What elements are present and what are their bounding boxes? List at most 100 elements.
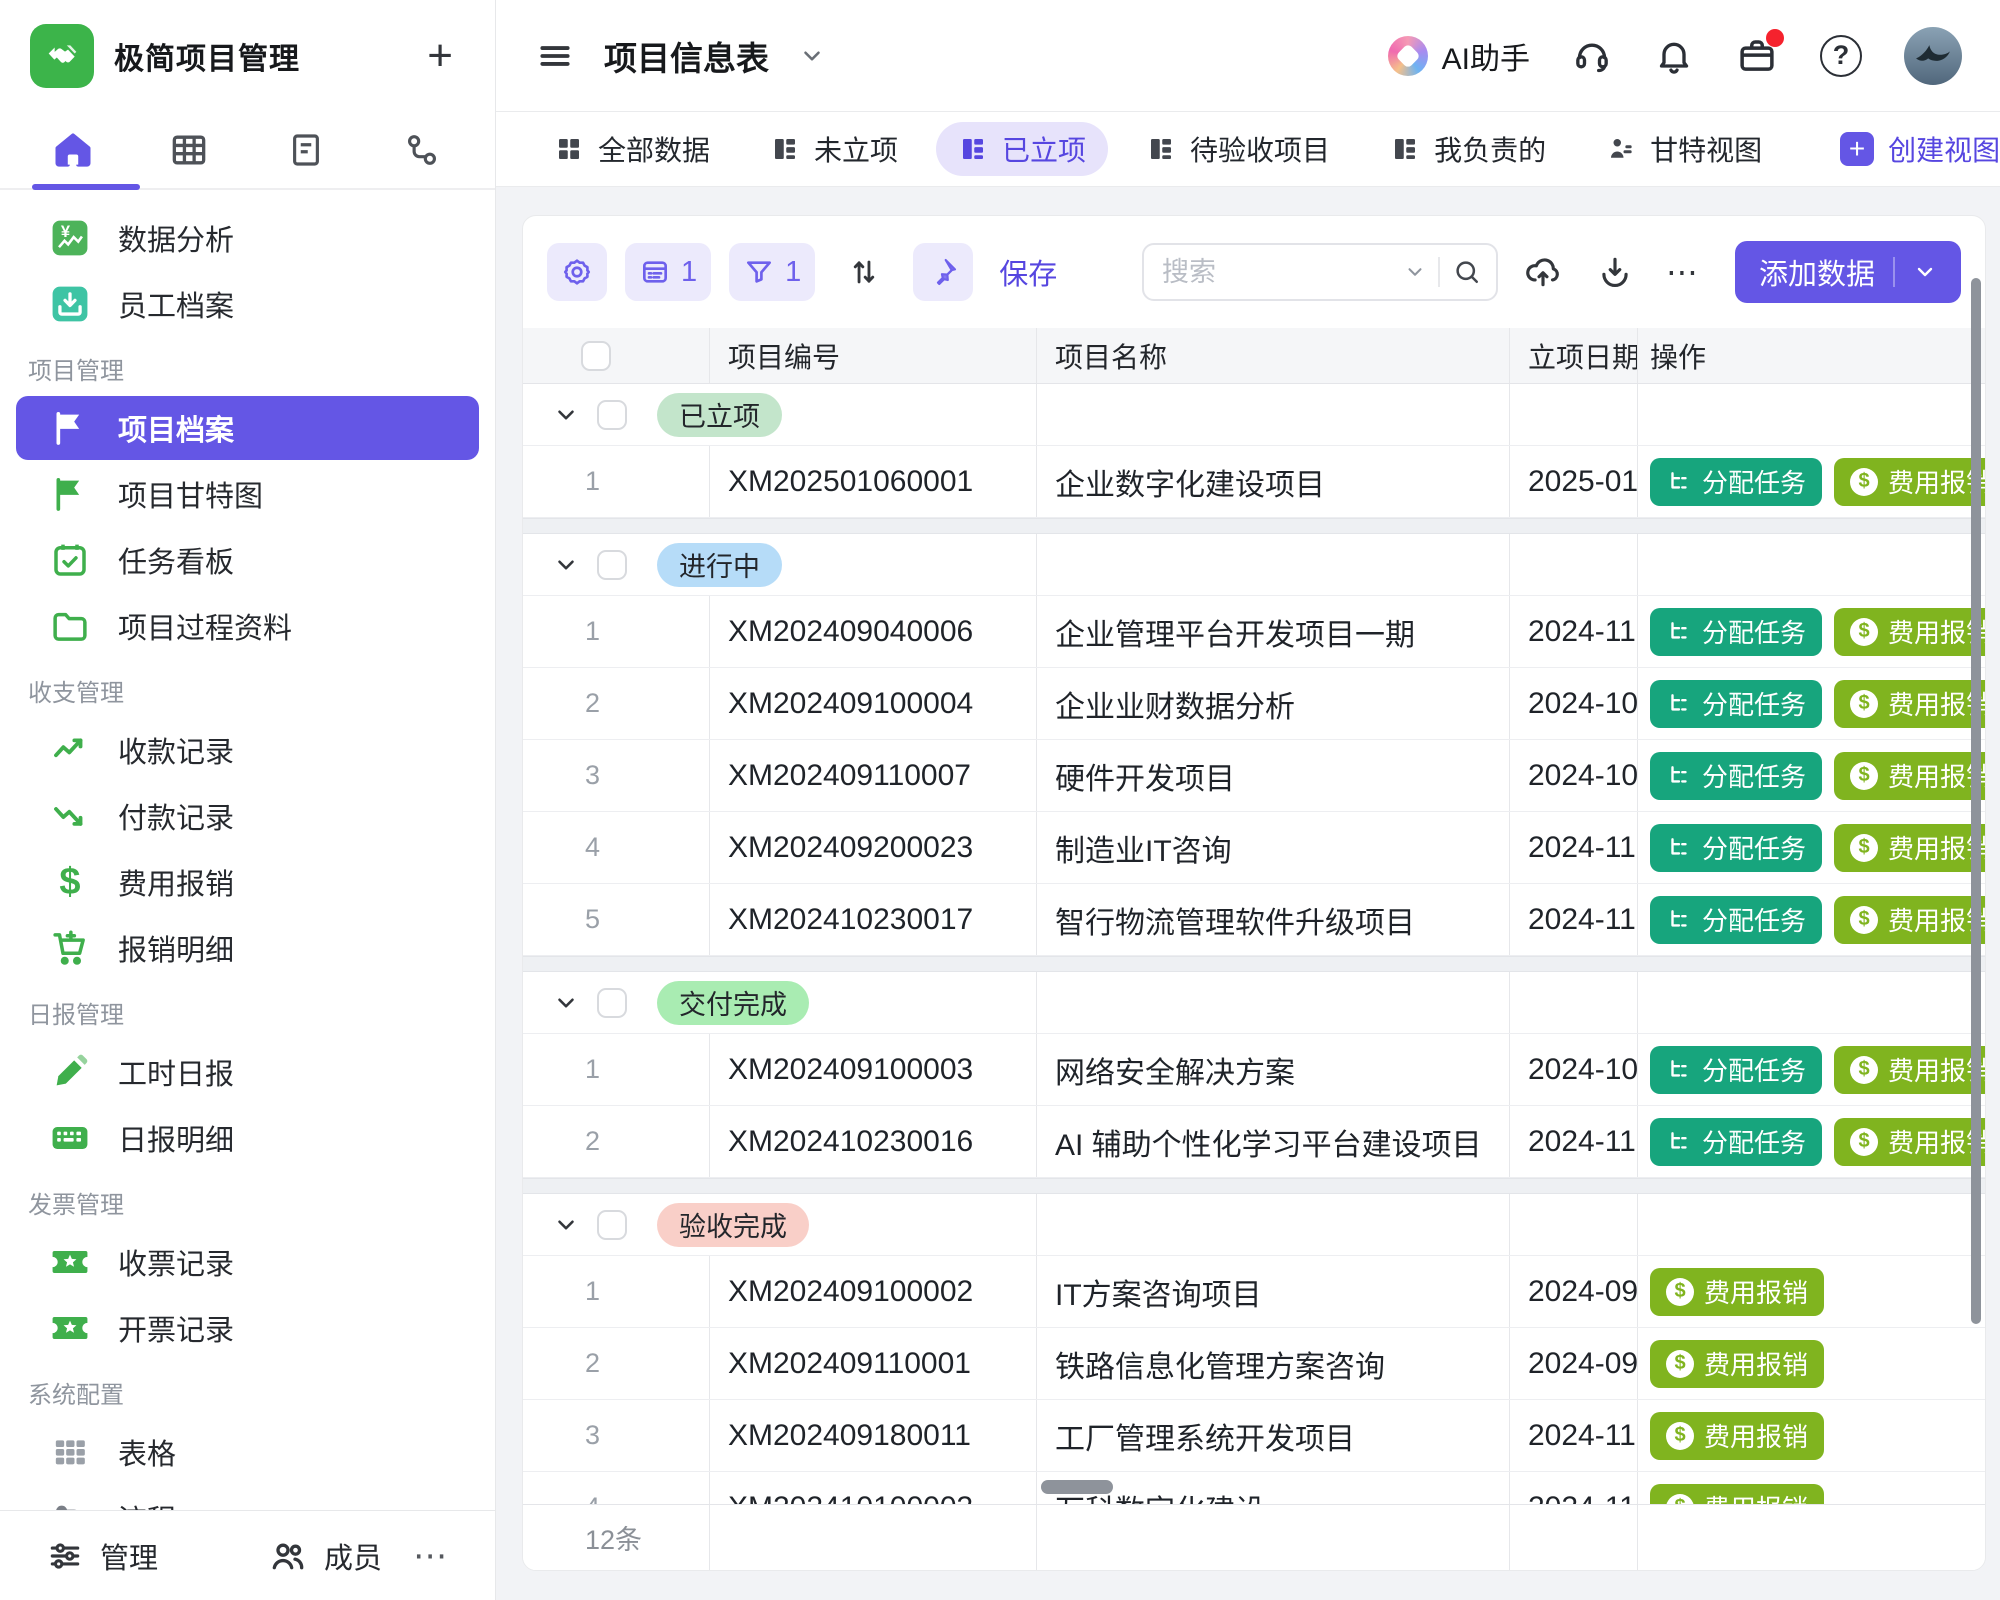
create-view-button[interactable]: + 创建视图 [1840,129,2000,169]
sidebar-item-task-board[interactable]: 任务看板 [16,528,479,592]
horizontal-scrollbar-thumb[interactable] [1041,1480,1113,1494]
expense-reimburse-button[interactable]: $费用报销 [1650,1340,1824,1388]
sidebar-item-reimburse-detail[interactable]: 报销明细 [16,916,479,980]
table-row[interactable]: 3 XM202409180011 工厂管理系统开发项目 2024-11 $费用报… [523,1400,1985,1472]
expense-reimburse-button[interactable]: $费用报销 [1834,896,1985,944]
headset-icon[interactable] [1572,36,1612,76]
search-scope-chevron-icon[interactable] [1404,261,1426,283]
sidebar-tab-documents[interactable] [261,112,351,188]
sidebar-tab-workflow[interactable] [377,112,467,188]
sidebar-item-receipts[interactable]: 收款记录 [16,718,479,782]
manage-button[interactable]: 管理 [46,1535,158,1577]
hamburger-menu-icon[interactable] [536,37,574,75]
sidebar-item-expense-reimburse[interactable]: $ 费用报销 [16,850,479,914]
sidebar-item-data-analysis[interactable]: ¥ 数据分析 [16,206,479,270]
table-row[interactable]: 1 XM202409040006 企业管理平台开发项目一期 2024-11 分配… [523,596,1985,668]
sidebar-item-invoice-issued[interactable]: 开票记录 [16,1296,479,1360]
assign-task-button[interactable]: 分配任务 [1650,1118,1822,1166]
expense-reimburse-button[interactable]: $费用报销 [1834,1046,1985,1094]
expense-reimburse-button[interactable]: $费用报销 [1834,680,1985,728]
table-row[interactable]: 1 XM202501060001 企业数字化建设项目 2025-01 分配任务 … [523,446,1985,518]
notification-bell-icon[interactable] [1654,36,1694,76]
assign-task-button[interactable]: 分配任务 [1650,896,1822,944]
expense-reimburse-button[interactable]: $费用报销 [1650,1484,1824,1505]
column-header-ops[interactable]: 操作 [1637,328,1985,383]
view-tab-approved[interactable]: 已立项 [936,122,1108,176]
view-tab-my-responsibility[interactable]: 我负责的 [1368,122,1568,176]
assign-task-button[interactable]: 分配任务 [1650,752,1822,800]
filter-button[interactable]: 1 [729,243,815,301]
column-header-code[interactable]: 项目编号 [709,328,1036,383]
vertical-scrollbar-thumb[interactable] [1971,278,1981,1324]
expense-reimburse-button[interactable]: $费用报销 [1834,824,1985,872]
select-all-checkbox[interactable] [581,341,611,371]
column-header-date[interactable]: 立项日期 [1509,328,1637,383]
group-checkbox[interactable] [597,550,627,580]
sidebar-tab-tables[interactable] [144,112,234,188]
title-chevron-down-icon[interactable] [799,43,825,69]
expense-reimburse-button[interactable]: $费用报销 [1834,1118,1985,1166]
toolbar-more-button[interactable]: ⋯ [1660,253,1707,291]
table-row[interactable]: 2 XM202410230016 AI 辅助个性化学习平台建设项目 2024-1… [523,1106,1985,1178]
help-icon[interactable]: ? [1820,35,1862,77]
sidebar-item-work-hours[interactable]: 工时日报 [16,1040,479,1104]
expense-reimburse-button[interactable]: $费用报销 [1834,458,1985,506]
sidebar-item-project-gantt[interactable]: 项目甘特图 [16,462,479,526]
sidebar-item-tables[interactable]: 表格 [16,1420,479,1484]
table-row[interactable]: 4 XM202409200023 制造业IT咨询 2024-11 分配任务 $费… [523,812,1985,884]
table-row[interactable]: 1 XM202409100003 网络安全解决方案 2024-10 分配任务 $… [523,1034,1985,1106]
sidebar-tab-home[interactable] [28,112,118,188]
user-avatar[interactable] [1904,27,1962,85]
sort-button[interactable] [833,243,895,301]
add-data-button[interactable]: 添加数据 [1735,241,1961,303]
table-row[interactable]: 1 XM202409100002 IT方案咨询项目 2024-09 $费用报销 [523,1256,1985,1328]
filter-count: 1 [785,256,801,289]
group-checkbox[interactable] [597,400,627,430]
search-icon[interactable] [1452,257,1482,287]
table-row[interactable]: 2 XM202409110001 铁路信息化管理方案咨询 2024-09 $费用… [523,1328,1985,1400]
import-upload-icon[interactable] [1516,253,1570,291]
view-tab-pending-acceptance[interactable]: 待验收项目 [1124,122,1352,176]
field-config-button[interactable]: 1 [625,243,711,301]
table-row[interactable]: 3 XM202409110007 硬件开发项目 2024-10 分配任务 $费用… [523,740,1985,812]
export-download-icon[interactable] [1588,253,1642,291]
expense-reimburse-button[interactable]: $费用报销 [1650,1268,1824,1316]
assign-task-button[interactable]: 分配任务 [1650,1046,1822,1094]
expense-reimburse-button[interactable]: $费用报销 [1650,1412,1824,1460]
sidebar-more-button[interactable]: ⋯ [413,1536,449,1576]
table-row[interactable]: 2 XM202409100004 企业业财数据分析 2024-10 分配任务 $… [523,668,1985,740]
sidebar-item-invoice-received[interactable]: 收票记录 [16,1230,479,1294]
group-checkbox[interactable] [597,1210,627,1240]
assign-task-button[interactable]: 分配任务 [1650,458,1822,506]
group-checkbox[interactable] [597,988,627,1018]
search-input[interactable] [1162,257,1392,288]
members-button[interactable]: 成员 [268,1535,382,1577]
pin-button[interactable] [913,243,973,301]
view-tab-not-started[interactable]: 未立项 [748,122,920,176]
expense-reimburse-button[interactable]: $费用报销 [1834,752,1985,800]
group-collapse-chevron-icon[interactable] [553,552,579,578]
view-tab-gantt[interactable]: 甘特视图 [1584,122,1784,176]
column-header-name[interactable]: 项目名称 [1036,328,1509,383]
add-app-button[interactable]: + [427,34,453,78]
group-collapse-chevron-icon[interactable] [553,1212,579,1238]
sidebar-item-workflow[interactable]: 流程 [16,1486,479,1510]
ai-assistant-button[interactable]: AI助手 [1388,34,1530,78]
view-tab-all-data[interactable]: 全部数据 [532,122,732,176]
group-collapse-chevron-icon[interactable] [553,990,579,1016]
sidebar-item-report-detail[interactable]: 日报明细 [16,1106,479,1170]
sidebar-item-employee-files[interactable]: 员工档案 [16,272,479,336]
expense-reimburse-button[interactable]: $费用报销 [1834,608,1985,656]
save-button[interactable]: 保存 [999,251,1057,293]
assign-task-button[interactable]: 分配任务 [1650,680,1822,728]
assign-task-button[interactable]: 分配任务 [1650,608,1822,656]
table-row[interactable]: 4 XM202410100003 万科数字化建设 2024-11 $费用报销 [523,1472,1985,1504]
sidebar-item-project-files[interactable]: 项目档案 [16,396,479,460]
sidebar-item-project-process-docs[interactable]: 项目过程资料 [16,594,479,658]
group-collapse-chevron-icon[interactable] [553,402,579,428]
assign-task-button[interactable]: 分配任务 [1650,824,1822,872]
settings-gear-button[interactable] [547,243,607,301]
sidebar-item-payments[interactable]: 付款记录 [16,784,479,848]
briefcase-icon[interactable] [1736,35,1778,77]
table-row[interactable]: 5 XM202410230017 智行物流管理软件升级项目 2024-11 分配… [523,884,1985,956]
